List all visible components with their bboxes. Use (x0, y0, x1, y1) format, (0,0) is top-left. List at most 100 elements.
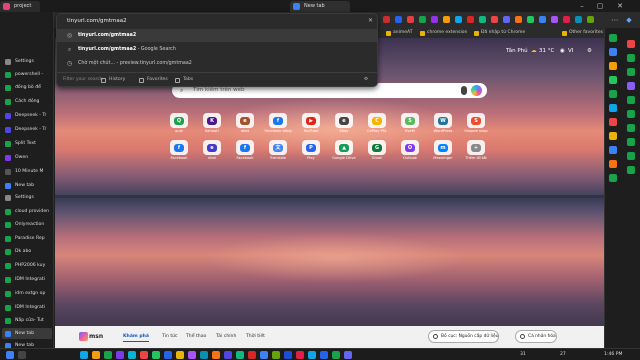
user-icon[interactable]: ◉ (560, 46, 565, 56)
sidebar-app-icon[interactable] (627, 152, 635, 160)
sidebar-tab[interactable]: Dk abo (2, 246, 52, 257)
sidebar-app-icon[interactable] (627, 96, 635, 104)
favorite-item[interactable]: animeAT (386, 29, 413, 37)
sidebar-tab[interactable]: IDM Integrati (2, 274, 52, 285)
quick-link[interactable]: e ebot (234, 113, 256, 135)
weather-temp[interactable]: 31 °C (539, 46, 554, 56)
quick-link[interactable]: e ebai (201, 140, 223, 162)
quick-link[interactable]: f Facebook (168, 140, 190, 162)
taskbar-app-icon[interactable] (212, 351, 220, 359)
quick-link[interactable]: f Facebook (234, 140, 256, 162)
weather-location[interactable]: Tân Phú (506, 46, 528, 56)
taskbar-app-icon[interactable] (236, 351, 244, 359)
extension-icon[interactable] (383, 16, 390, 23)
sidebar-app-icon[interactable] (627, 40, 635, 48)
extension-icon[interactable] (479, 16, 486, 23)
edge-icon[interactable] (128, 351, 136, 359)
extension-icon[interactable] (455, 16, 462, 23)
address-bar-input[interactable]: tinyurl.com/gmtmaa2 (62, 15, 374, 27)
taskbar-app-icon[interactable] (332, 351, 340, 359)
quick-link[interactable]: + Thêm lối tắt (465, 140, 487, 162)
nav-discover[interactable]: Khám phá (123, 332, 149, 342)
sidebar-app-icon[interactable] (627, 54, 635, 62)
suggestion-search[interactable]: ⌕ tinyurl.com/gmtmaa2 - Google Search (57, 43, 377, 56)
quick-link[interactable]: f Facebook bảng (264, 113, 292, 135)
sidebar-app-icon[interactable] (609, 118, 617, 126)
suggestion-history[interactable]: ◷ Chờ một chút... - preview.tinyurl.com/… (57, 57, 377, 70)
taskbar-app-icon[interactable] (284, 351, 292, 359)
extension-icon[interactable] (587, 16, 594, 23)
taskbar-app-icon[interactable] (320, 351, 328, 359)
quick-link[interactable]: 5 fiveM (399, 113, 421, 135)
sidebar-tab[interactable]: Settings (2, 192, 52, 203)
sidebar-tab[interactable]: powershell - (2, 69, 52, 80)
extension-icon[interactable] (431, 16, 438, 23)
quick-link[interactable]: O Outlook (399, 140, 421, 162)
quick-link[interactable]: W WordPress (432, 113, 454, 135)
sidebar-tab[interactable]: PHP2006 kuy (2, 260, 52, 271)
nav-news[interactable]: Tin tức (162, 332, 178, 342)
sidebar-app-icon[interactable] (627, 82, 635, 90)
extension-icon[interactable] (539, 16, 546, 23)
taskbar-app-icon[interactable] (140, 351, 148, 359)
taskbar-app-icon[interactable] (260, 351, 268, 359)
sidebar-app-icon[interactable] (609, 146, 617, 154)
sidebar-tab[interactable]: IDM Integrati (2, 302, 52, 313)
filter-history[interactable]: History (101, 74, 125, 86)
taskbar-app-icon[interactable] (92, 351, 100, 359)
sidebar-tab[interactable]: Nấp cửa- Tut (2, 315, 52, 326)
quick-link[interactable]: Qquik (168, 113, 190, 135)
extension-icon[interactable] (443, 16, 450, 23)
sidebar-app-icon[interactable] (609, 104, 617, 112)
quick-link[interactable]: 文 Translate (267, 140, 289, 162)
favorite-item[interactable]: Đã nhập từ Chrome (474, 29, 525, 37)
tab-new[interactable]: New tab (290, 1, 350, 12)
minimize-icon[interactable]: – (574, 0, 590, 12)
search-icon[interactable] (18, 351, 26, 359)
suggestion-url[interactable]: ◎ tinyurl.com/gmtmaa2 (57, 29, 377, 42)
quick-link[interactable]: S Shopee shop (464, 113, 488, 135)
filter-favorites[interactable]: Favorites (139, 74, 168, 86)
sidebar-app-icon[interactable] (609, 62, 617, 70)
sidebar-tab-active[interactable]: New tab (2, 328, 52, 339)
sidebar-app-icon[interactable] (609, 132, 617, 140)
quick-link[interactable]: G Gmail (366, 140, 388, 162)
extension-icon[interactable] (503, 16, 510, 23)
sidebar-app-icon[interactable] (627, 124, 635, 132)
tray-clock[interactable]: 1:46 PM (604, 349, 623, 360)
taskbar-app-icon[interactable] (296, 351, 304, 359)
tab-project[interactable]: project (0, 1, 40, 12)
quick-link[interactable]: ▶ YouTube (300, 113, 322, 135)
microphone-icon[interactable] (461, 86, 467, 95)
quick-link[interactable]: K Kahoot! (201, 113, 223, 135)
sidebar-app-icon[interactable] (609, 76, 617, 84)
taskbar-app-icon[interactable] (116, 351, 124, 359)
taskbar-app-icon[interactable] (248, 351, 256, 359)
close-icon[interactable]: ✕ (612, 0, 628, 12)
sidebar-tab[interactable]: cloud providen (2, 206, 52, 217)
extension-icon[interactable] (395, 16, 402, 23)
sidebar-app-icon[interactable] (627, 68, 635, 76)
nav-finance[interactable]: Tài chính (216, 332, 236, 342)
taskbar-app-icon[interactable] (200, 351, 208, 359)
sidebar-tab[interactable]: đống bò để (2, 82, 52, 93)
sidebar-tab[interactable]: New tab (2, 180, 52, 191)
extension-icon[interactable] (407, 16, 414, 23)
taskbar-app-icon[interactable] (176, 351, 184, 359)
sidebar-tab[interactable]: Onlyreaction (2, 219, 52, 230)
extension-icon[interactable] (527, 16, 534, 23)
sidebar-app-icon[interactable] (609, 34, 617, 42)
quick-link[interactable]: e Ebay (333, 113, 355, 135)
filter-tabs[interactable]: Tabs (175, 74, 193, 86)
favorite-item[interactable]: Other favorites (562, 29, 603, 37)
sidebar-app-icon[interactable] (609, 160, 617, 168)
copilot-icon[interactable] (471, 85, 482, 96)
extension-icon[interactable] (551, 16, 558, 23)
extension-icon[interactable] (491, 16, 498, 23)
personalize-button[interactable]: Cá nhân hóa (515, 330, 557, 343)
quick-link[interactable]: P Play (300, 140, 322, 162)
sidebar-app-icon[interactable] (627, 166, 635, 174)
extension-icon[interactable] (563, 16, 570, 23)
sidebar-tab[interactable]: Settings (2, 56, 52, 67)
sidebar-tab[interactable]: idm extgn op (2, 288, 52, 299)
